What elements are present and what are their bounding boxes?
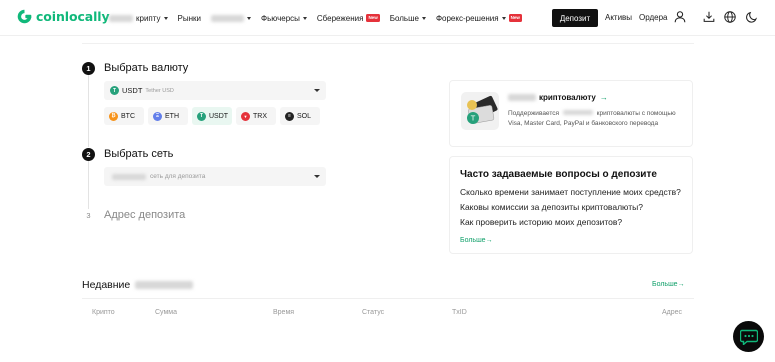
column-header-time: Время	[273, 309, 295, 316]
coin-chip-btc[interactable]: ₿ BTC	[104, 107, 144, 125]
promo-description: Поддерживается криптовалюты с помощью Vi…	[508, 109, 688, 128]
coinlocally-logo-icon	[17, 9, 32, 24]
coin-chip-trx[interactable]: ▼ TRX	[236, 107, 276, 125]
nav-futures[interactable]: Фьючерсы	[261, 14, 307, 23]
faq-question[interactable]: Каковы комиссии за депозиты криптовалюты…	[460, 202, 643, 212]
recent-deposits-title: Недавние	[82, 279, 194, 291]
svg-text:T: T	[470, 115, 476, 123]
coin-label: TRX	[253, 112, 267, 120]
chevron-down-icon	[421, 16, 426, 20]
blurred-text	[562, 110, 593, 115]
nav-label: крипту	[136, 13, 161, 23]
main-nav: крипту Рынки Фьючерсы Сбережения New Бол…	[109, 0, 532, 36]
step-number: 3	[86, 211, 91, 220]
eth-icon: Ξ	[153, 111, 162, 121]
chat-icon	[739, 329, 758, 345]
column-header-crypto: Крипто	[92, 309, 115, 316]
coin-chip-sol[interactable]: ≡ SOL	[280, 107, 320, 125]
assets-link[interactable]: Активы	[605, 13, 632, 22]
nav-label: Рынки	[177, 13, 201, 23]
chevron-down-icon	[163, 16, 168, 20]
step-title-network: Выбрать сеть	[104, 148, 174, 160]
step-number: 2	[82, 148, 95, 161]
globe-icon[interactable]	[723, 10, 737, 24]
orders-link[interactable]: Ордера	[639, 13, 668, 22]
section-divider	[82, 36, 694, 44]
faq-more-link[interactable]: Больше→	[460, 237, 493, 244]
faq-title: Часто задаваемые вопросы о депозите	[460, 169, 657, 180]
step-title-address: Адрес депозита	[104, 209, 186, 221]
step-title-currency: Выбрать валюту	[104, 62, 189, 74]
logo[interactable]: coinlocally	[16, 8, 110, 25]
step-connector	[88, 161, 89, 209]
blurred-text	[211, 14, 244, 22]
blurred-text	[135, 281, 194, 289]
new-badge: New	[508, 14, 522, 22]
nav-trade[interactable]	[211, 14, 251, 22]
coin-label: SOL	[297, 112, 312, 120]
buy-crypto-promo-card[interactable]: T криптовалюту → Поддерживается криптова…	[449, 80, 693, 147]
chevron-down-icon	[501, 16, 506, 20]
faq-question[interactable]: Сколько времени занимает поступление мои…	[460, 187, 681, 197]
chevron-down-icon	[302, 16, 307, 20]
divider	[82, 298, 694, 299]
nav-more[interactable]: Больше	[390, 14, 426, 23]
sol-icon: ≡	[285, 111, 294, 121]
step-connector	[88, 75, 89, 147]
coin-chip-eth[interactable]: Ξ ETH	[148, 107, 188, 125]
nav-label: Больше	[389, 13, 419, 23]
selected-coin-symbol: USDT	[122, 86, 143, 95]
coin-label: USDT	[209, 112, 229, 120]
nav-label: Фьючерсы	[261, 13, 300, 23]
blurred-text	[109, 14, 133, 22]
recent-more-link[interactable]: Больше→	[652, 281, 685, 288]
support-chat-button[interactable]	[733, 321, 764, 352]
nav-label: Форекс-решения	[435, 13, 499, 23]
currency-select[interactable]: T USDT Tether USD	[104, 81, 326, 100]
usdt-icon: T	[197, 111, 206, 121]
step-number: 1	[82, 62, 95, 75]
arrow-right-icon: →	[599, 93, 608, 102]
nav-forex[interactable]: Форекс-решения New	[436, 14, 522, 23]
promo-title: криптовалюту →	[508, 93, 608, 102]
chevron-down-icon	[247, 16, 251, 20]
top-nav-bar: coinlocally крипту Рынки Фьючерсы Сбереж…	[0, 0, 775, 36]
column-header-amount: Сумма	[155, 309, 177, 316]
coin-chip-usdt[interactable]: T USDT	[192, 107, 232, 125]
coin-label: ETH	[165, 112, 179, 120]
nav-buy-crypto[interactable]: крипту	[109, 14, 168, 23]
trx-icon: ▼	[241, 111, 250, 121]
network-select[interactable]: сеть для депозита	[104, 167, 326, 186]
download-icon[interactable]	[702, 10, 716, 24]
nav-savings[interactable]: Сбережения New	[317, 14, 380, 23]
blurred-text	[112, 173, 146, 180]
blurred-text	[508, 94, 536, 101]
deposit-faq-card: Часто задаваемые вопросы о депозите Скол…	[449, 156, 693, 254]
selected-coin-name: Tether USD	[145, 87, 174, 94]
new-badge: New	[366, 14, 380, 22]
network-placeholder: сеть для депозита	[150, 173, 206, 180]
column-header-status: Статус	[362, 309, 385, 316]
nav-label: Сбережения	[316, 13, 364, 23]
moon-icon[interactable]	[745, 10, 759, 24]
logo-text: coinlocally	[36, 9, 110, 24]
nav-markets[interactable]: Рынки	[178, 14, 201, 23]
caret-down-icon	[314, 175, 320, 178]
user-icon[interactable]	[673, 10, 687, 24]
usdt-icon: T	[110, 86, 119, 95]
promo-title-text: криптовалюту	[539, 93, 596, 102]
faq-question[interactable]: Как проверить историю моих депозитов?	[460, 217, 622, 227]
crypto-cards-illustration-icon: T	[461, 92, 499, 130]
column-header-address: Адрес	[662, 309, 683, 316]
column-header-txid: TxID	[452, 309, 467, 316]
promo-desc-prefix: Поддерживается	[508, 110, 560, 117]
coin-label: BTC	[121, 112, 135, 120]
recent-title-text: Недавние	[82, 279, 131, 291]
caret-down-icon	[314, 89, 320, 92]
btc-icon: ₿	[109, 111, 118, 121]
deposit-button[interactable]: Депозит	[552, 9, 598, 27]
